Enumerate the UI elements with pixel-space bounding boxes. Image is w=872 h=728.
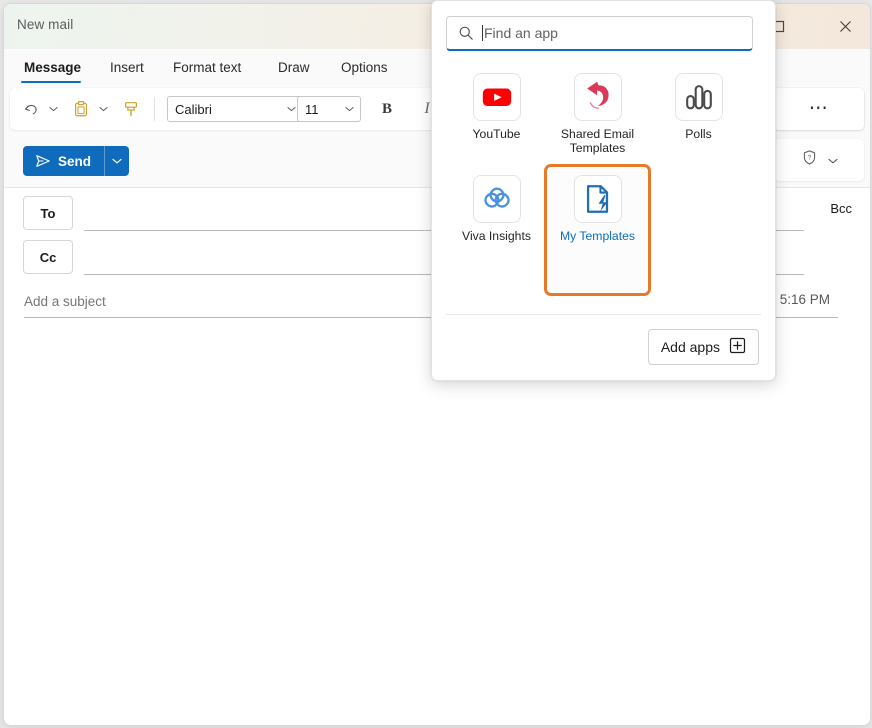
app-label: My Templates xyxy=(560,229,635,243)
cc-button[interactable]: Cc xyxy=(23,240,73,274)
send-label: Send xyxy=(58,153,92,169)
undo-icon xyxy=(24,104,37,114)
app-item-youtube[interactable]: YouTube xyxy=(446,65,547,155)
font-size-combobox[interactable]: 11 xyxy=(297,96,361,122)
sensitivity-dropdown-button[interactable] xyxy=(827,151,838,169)
chevron-down-icon xyxy=(98,107,108,112)
youtube-icon xyxy=(482,88,511,106)
app-item-shared-email-templates[interactable]: Shared Email Templates xyxy=(547,65,648,155)
app-tile xyxy=(472,73,521,121)
app-label: YouTube xyxy=(472,127,521,141)
send-button[interactable]: Send xyxy=(23,146,104,176)
tab-draw[interactable]: Draw xyxy=(275,49,316,85)
search-icon xyxy=(458,25,474,41)
app-tile xyxy=(573,175,622,223)
ribbon-overflow-button[interactable]: ⋯ xyxy=(774,88,864,130)
font-family-combobox[interactable]: Calibri xyxy=(167,96,303,122)
undo-dropdown-button[interactable] xyxy=(44,88,62,130)
tab-label: Format text xyxy=(173,59,242,75)
app-search-input[interactable]: Find an app xyxy=(446,16,753,51)
close-button[interactable] xyxy=(822,4,868,49)
close-icon xyxy=(839,21,851,32)
app-grid-row: Viva Insights My Templates xyxy=(446,164,759,296)
add-apps-label: Add apps xyxy=(660,339,720,355)
tab-insert[interactable]: Insert xyxy=(107,49,153,85)
tab-label: Message xyxy=(24,59,82,75)
my-templates-icon xyxy=(586,185,608,213)
tab-label: Insert xyxy=(110,59,144,75)
ribbon-collapse-button[interactable] xyxy=(870,91,871,133)
chevron-down-icon xyxy=(112,158,122,164)
bcc-label: Bcc xyxy=(830,201,852,216)
sensitivity-button[interactable]: ? xyxy=(801,149,818,171)
font-size-chevron xyxy=(345,106,360,112)
app-search-placeholder: Find an app xyxy=(484,25,558,41)
text-caret xyxy=(482,25,483,41)
add-box-icon xyxy=(729,337,746,357)
more-options-icon: ⋯ xyxy=(808,98,830,119)
subject-placeholder: Add a subject xyxy=(24,294,106,309)
app-tile xyxy=(472,175,521,223)
undo-button[interactable] xyxy=(18,88,44,130)
format-painter-button[interactable] xyxy=(118,88,144,130)
chevron-down-icon xyxy=(345,107,354,112)
app-item-polls[interactable]: Polls xyxy=(648,65,749,155)
chevron-down-icon xyxy=(827,158,838,164)
clipboard-paste-icon xyxy=(75,101,87,117)
app-item-my-templates[interactable]: My Templates xyxy=(544,164,651,296)
cc-label: Cc xyxy=(39,249,57,265)
tab-options[interactable]: Options xyxy=(338,49,395,85)
italic-label: I xyxy=(424,100,430,117)
bold-label: B xyxy=(381,100,392,117)
app-label: Viva Insights xyxy=(462,229,531,243)
send-options-button[interactable] xyxy=(104,146,129,176)
to-label: To xyxy=(40,205,56,221)
paste-dropdown-button[interactable] xyxy=(94,88,112,130)
window-title: New mail xyxy=(17,17,74,32)
viva-insights-icon xyxy=(483,187,510,208)
chevron-down-icon xyxy=(48,107,58,112)
format-painter-icon xyxy=(125,102,137,116)
tab-format-text[interactable]: Format text xyxy=(170,49,252,85)
screen: New mail Message Insert Format text Draw… xyxy=(0,0,872,728)
tab-label: Draw xyxy=(278,59,310,75)
font-size-value: 11 xyxy=(305,101,319,117)
send-button-group: Send xyxy=(23,146,130,176)
bcc-button[interactable]: Bcc xyxy=(830,201,852,216)
flyout-divider xyxy=(446,314,761,315)
app-grid-row: YouTube Shared Email Templates Polls xyxy=(446,65,759,155)
sensitivity-options-card: ? xyxy=(774,139,864,181)
svg-text:?: ? xyxy=(807,155,811,162)
app-grid: YouTube Shared Email Templates Polls Viv… xyxy=(446,65,759,297)
shared-email-templates-icon xyxy=(586,81,609,109)
app-tile xyxy=(674,73,723,121)
sensitivity-shield-icon: ? xyxy=(803,150,815,165)
polls-icon xyxy=(685,85,712,110)
to-button[interactable]: To xyxy=(23,196,73,230)
app-label: Polls xyxy=(685,127,712,141)
paste-button[interactable] xyxy=(68,88,94,130)
app-item-viva-insights[interactable]: Viva Insights xyxy=(446,167,547,293)
font-family-value: Calibri xyxy=(175,101,212,117)
tab-label: Options xyxy=(341,59,388,75)
app-tile xyxy=(573,73,622,121)
send-plane-icon xyxy=(36,155,50,167)
app-label: Shared Email Templates xyxy=(560,127,635,155)
chevron-down-icon xyxy=(287,107,296,112)
tab-message[interactable]: Message xyxy=(21,49,81,85)
toolbar-divider xyxy=(154,97,155,121)
add-apps-button[interactable]: Add apps xyxy=(647,329,759,365)
bold-button[interactable]: B xyxy=(370,88,404,130)
message-body-editor[interactable] xyxy=(5,324,869,724)
app-picker-flyout: Find an app YouTube Shared Email Templat… xyxy=(431,0,776,381)
